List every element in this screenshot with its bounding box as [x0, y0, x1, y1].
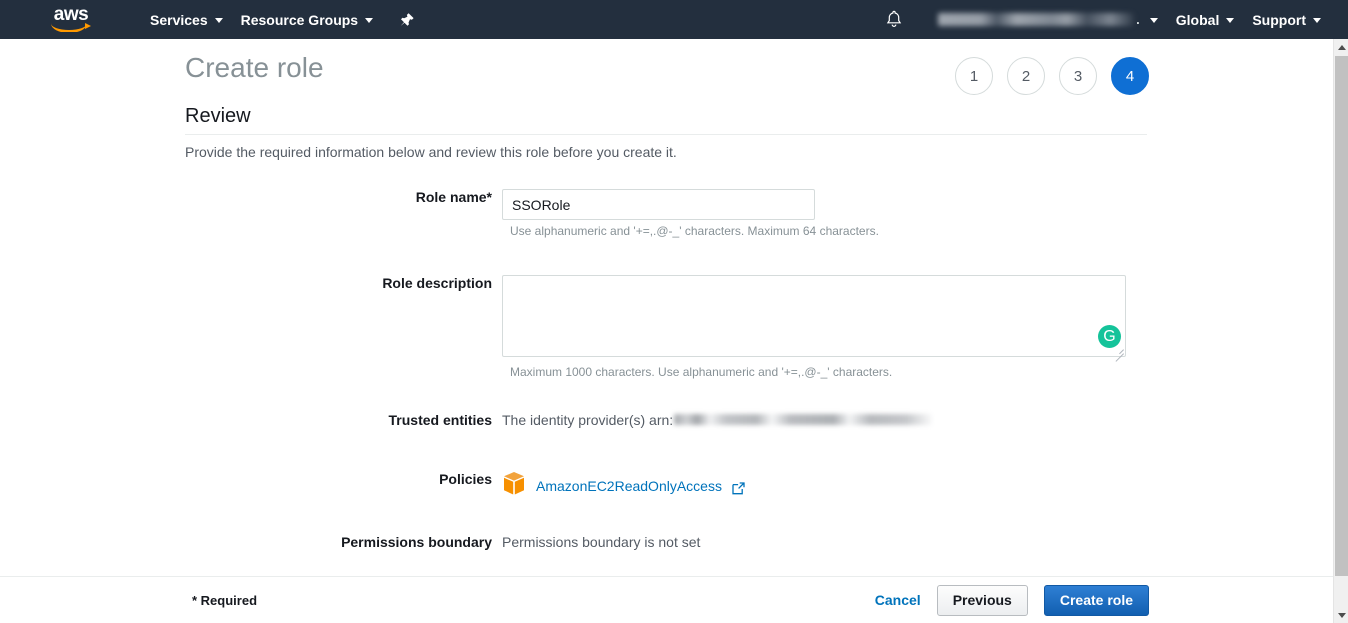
role-description-input[interactable] — [502, 275, 1126, 357]
trusted-entities-arn-redacted — [674, 414, 933, 425]
pin-icon[interactable] — [396, 10, 416, 30]
policies-row: Policies AmazonEC2ReadOnlyAccess — [185, 471, 745, 501]
policies-label: Policies — [439, 471, 492, 487]
cancel-button[interactable]: Cancel — [875, 592, 921, 608]
policy-list-item: AmazonEC2ReadOnlyAccess — [502, 471, 745, 501]
trusted-entities-value: The identity provider(s) arn: — [502, 412, 674, 428]
chevron-down-icon — [365, 18, 374, 23]
trusted-entities-label: Trusted entities — [388, 412, 492, 428]
nav-services-menu[interactable]: Services — [141, 0, 232, 39]
section-divider — [185, 134, 1147, 135]
trusted-entities-value-wrap: The identity provider(s) arn: — [502, 412, 933, 428]
nav-region-label: Global — [1175, 11, 1220, 28]
top-navigation-bar: aws Services Resource Groups . Global Su… — [0, 0, 1348, 39]
aws-logo-smile — [51, 22, 91, 32]
role-description-hint: Maximum 1000 characters. Use alphanumeri… — [510, 365, 893, 379]
nav-account-menu[interactable]: . — [929, 0, 1167, 39]
policy-box-icon — [502, 471, 526, 501]
step-4[interactable]: 4 — [1111, 57, 1149, 95]
required-note: * Required — [192, 592, 258, 608]
role-name-input[interactable] — [502, 189, 815, 220]
scroll-up-arrow-icon[interactable] — [1334, 39, 1348, 55]
trusted-entities-row: Trusted entities The identity provider(s… — [185, 412, 933, 428]
nav-resource-groups-label: Resource Groups — [240, 11, 359, 28]
step-2[interactable]: 2 — [1007, 57, 1045, 95]
create-role-button[interactable]: Create role — [1043, 584, 1149, 616]
section-title: Review — [185, 105, 251, 127]
step-indicator: 1 2 3 4 — [955, 57, 1149, 95]
nav-support-menu[interactable]: Support — [1243, 0, 1330, 39]
role-description-label: Role description — [382, 275, 492, 291]
footer-bar: * Required Cancel Previous Create role — [0, 577, 1333, 623]
chevron-down-icon — [1149, 18, 1158, 23]
scroll-down-arrow-icon[interactable] — [1334, 607, 1348, 623]
role-description-row: Role description G — [185, 275, 1126, 357]
aws-logo-text: aws — [53, 3, 89, 25]
scrollbar-thumb[interactable] — [1335, 56, 1348, 576]
role-name-row: Role name* — [185, 189, 815, 220]
chevron-down-icon — [214, 18, 223, 23]
previous-button[interactable]: Previous — [936, 584, 1028, 616]
step-3[interactable]: 3 — [1059, 57, 1097, 95]
footer-actions: Cancel Previous Create role — [875, 584, 1149, 616]
permissions-boundary-row: Permissions boundary Permissions boundar… — [185, 534, 700, 550]
vertical-scrollbar[interactable] — [1333, 39, 1348, 623]
nav-account-ellipsis: . — [1136, 12, 1140, 27]
permissions-boundary-value: Permissions boundary is not set — [502, 534, 701, 550]
aws-logo[interactable]: aws — [48, 3, 94, 34]
nav-region-menu[interactable]: Global — [1167, 0, 1244, 39]
page-container: Create role 1 2 3 4 Review Provide the r… — [0, 39, 1333, 623]
step-1[interactable]: 1 — [955, 57, 993, 95]
nav-resource-groups-menu[interactable]: Resource Groups — [232, 0, 382, 39]
policy-link-amazonec2readonlyaccess[interactable]: AmazonEC2ReadOnlyAccess — [536, 478, 722, 494]
nav-account-label-redacted — [938, 13, 1135, 26]
external-link-icon[interactable] — [732, 481, 745, 495]
bell-icon[interactable] — [883, 9, 905, 31]
nav-support-label: Support — [1252, 11, 1306, 28]
chevron-down-icon — [1313, 18, 1321, 23]
role-description-field-wrap: G — [502, 275, 1126, 357]
nav-right-group: . Global Support — [883, 0, 1348, 39]
nav-services-label: Services — [150, 11, 208, 28]
role-name-hint: Use alphanumeric and '+=,.@-_' character… — [510, 224, 879, 238]
permissions-boundary-label: Permissions boundary — [341, 534, 492, 550]
chevron-down-icon — [1226, 18, 1235, 23]
grammarly-icon[interactable]: G — [1098, 325, 1121, 348]
role-name-label: Role name* — [415, 189, 492, 205]
page-title: Create role — [185, 52, 324, 83]
section-description: Provide the required information below a… — [185, 144, 677, 160]
